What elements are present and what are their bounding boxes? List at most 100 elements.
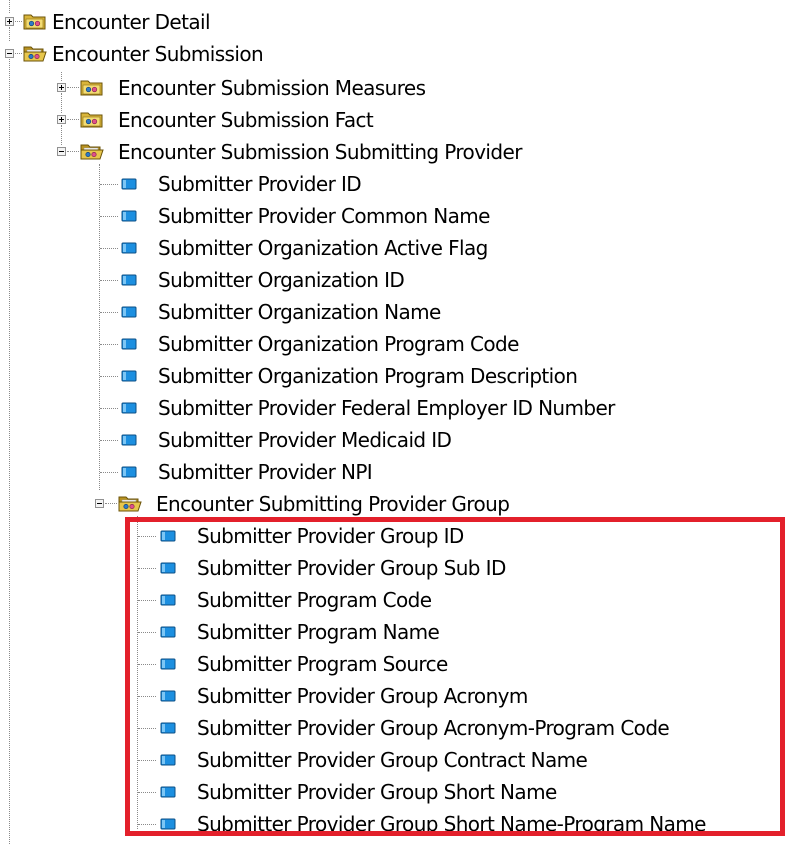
attribute-icon: [121, 370, 137, 382]
folder-icon: [118, 496, 142, 512]
tree-item-submitter-provider-medicaid-id[interactable]: Submitter Provider Medicaid ID: [0, 424, 793, 456]
attribute-icon: [121, 210, 137, 222]
tree-item-label: Submitter Provider Group Sub ID: [197, 556, 506, 580]
tree-item-label: Submitter Provider Medicaid ID: [158, 428, 452, 452]
tree-item-label: Encounter Submission Measures: [118, 76, 426, 100]
tree-item-label: Submitter Organization Program Descripti…: [158, 364, 578, 388]
tree-item-encounter-submission-fact[interactable]: Encounter Submission Fact: [0, 104, 793, 136]
tree-item-submitter-provider-group-contract-name[interactable]: Submitter Provider Group Contract Name: [0, 744, 793, 776]
attribute-icon: [160, 658, 176, 670]
folder-icon: [80, 144, 104, 160]
expand-plus-icon[interactable]: [57, 115, 66, 124]
tree-item-submitter-provider-id[interactable]: Submitter Provider ID: [0, 168, 793, 200]
tree-item-label: Submitter Provider ID: [158, 172, 362, 196]
tree-item-label: Submitter Provider Group Acronym: [197, 684, 528, 708]
tree-item-label: Submitter Program Name: [197, 620, 440, 644]
tree-item-encounter-submitting-provider-group[interactable]: Encounter Submitting Provider Group: [0, 488, 793, 520]
tree-branch-line: [138, 568, 156, 569]
tree-item-submitter-provider-common-name[interactable]: Submitter Provider Common Name: [0, 200, 793, 232]
tree-item-submitter-provider-group-acronym-program-code[interactable]: Submitter Provider Group Acronym-Program…: [0, 712, 793, 744]
tree-item-label: Encounter Detail: [52, 10, 211, 34]
tree-branch-line: [100, 280, 118, 281]
attribute-icon: [121, 306, 137, 318]
tree-item-submitter-provider-npi[interactable]: Submitter Provider NPI: [0, 456, 793, 488]
attribute-icon: [121, 242, 137, 254]
tree-item-submitter-organization-name[interactable]: Submitter Organization Name: [0, 296, 793, 328]
attribute-icon: [121, 434, 137, 446]
tree-item-label: Submitter Organization ID: [158, 268, 405, 292]
tree-item-label: Submitter Program Code: [197, 588, 432, 612]
attribute-icon: [121, 402, 137, 414]
tree-item-label: Encounter Submission: [52, 42, 264, 66]
tree-item-submitter-organization-program-description[interactable]: Submitter Organization Program Descripti…: [0, 360, 793, 392]
tree-branch-line: [100, 216, 118, 217]
attribute-icon: [160, 626, 176, 638]
tree-item-label: Submitter Provider NPI: [158, 460, 373, 484]
attribute-icon: [121, 178, 137, 190]
collapse-minus-icon[interactable]: [95, 499, 104, 508]
tree-item-label: Submitter Provider Group Short Name: [197, 780, 557, 804]
folder-icon: [23, 14, 46, 30]
tree-branch-line: [105, 503, 117, 504]
tree-branch-line: [138, 536, 156, 537]
folder-icon: [80, 112, 103, 128]
tree-item-submitter-provider-group-sub-id[interactable]: Submitter Provider Group Sub ID: [0, 552, 793, 584]
tree-item-label: Submitter Program Source: [197, 652, 448, 676]
tree-item-label: Submitter Provider Group Short Name-Prog…: [197, 812, 706, 836]
tree-branch-line: [138, 664, 156, 665]
tree-branch-line: [15, 53, 22, 54]
attribute-icon: [160, 722, 176, 734]
attribute-icon: [160, 786, 176, 798]
tree-item-submitter-provider-group-short-name[interactable]: Submitter Provider Group Short Name: [0, 776, 793, 808]
tree-view: Encounter Detail Encounter Submission En…: [0, 0, 793, 844]
tree-branch-line: [100, 184, 118, 185]
attribute-icon: [121, 274, 137, 286]
tree-item-submitter-organization-active-flag[interactable]: Submitter Organization Active Flag: [0, 232, 793, 264]
expand-plus-icon[interactable]: [57, 83, 66, 92]
tree-item-label: Submitter Organization Active Flag: [158, 236, 488, 260]
tree-branch-line: [138, 728, 156, 729]
tree-item-submitter-provider-group-id[interactable]: Submitter Provider Group ID: [0, 520, 793, 552]
collapse-minus-icon[interactable]: [5, 49, 14, 58]
tree-branch-line: [100, 472, 118, 473]
tree-branch-line: [15, 21, 22, 22]
tree-item-submitter-provider-federal-employer-id-number[interactable]: Submitter Provider Federal Employer ID N…: [0, 392, 793, 424]
tree-branch-line: [138, 696, 156, 697]
tree-item-submitter-provider-group-acronym[interactable]: Submitter Provider Group Acronym: [0, 680, 793, 712]
tree-item-encounter-submission-measures[interactable]: Encounter Submission Measures: [0, 72, 793, 104]
attribute-icon: [160, 754, 176, 766]
tree-branch-line: [138, 600, 156, 601]
tree-item-submitter-organization-id[interactable]: Submitter Organization ID: [0, 264, 793, 296]
attribute-icon: [121, 466, 137, 478]
tree-item-encounter-submission[interactable]: Encounter Submission: [0, 38, 793, 70]
tree-item-label: Submitter Provider Group Acronym-Program…: [197, 716, 670, 740]
tree-item-label: Submitter Provider Common Name: [158, 204, 490, 228]
tree-branch-line: [100, 248, 118, 249]
tree-item-encounter-submission-submitting-provider[interactable]: Encounter Submission Submitting Provider: [0, 136, 793, 168]
tree-item-submitter-program-name[interactable]: Submitter Program Name: [0, 616, 793, 648]
tree-item-label: Submitter Provider Group ID: [197, 524, 464, 548]
tree-item-label: Encounter Submission Fact: [118, 108, 374, 132]
tree-branch-line: [67, 119, 79, 120]
attribute-icon: [160, 594, 176, 606]
tree-item-submitter-organization-program-code[interactable]: Submitter Organization Program Code: [0, 328, 793, 360]
tree-item-submitter-program-source[interactable]: Submitter Program Source: [0, 648, 793, 680]
tree-branch-line: [100, 376, 118, 377]
tree-branch-line: [138, 632, 156, 633]
tree-item-label: Submitter Provider Federal Employer ID N…: [158, 396, 615, 420]
tree-item-label: Submitter Organization Program Code: [158, 332, 519, 356]
collapse-minus-icon[interactable]: [57, 147, 66, 156]
tree-branch-line: [67, 151, 79, 152]
tree-item-encounter-detail[interactable]: Encounter Detail: [0, 6, 793, 38]
tree-item-submitter-program-code[interactable]: Submitter Program Code: [0, 584, 793, 616]
tree-item-label: Submitter Organization Name: [158, 300, 441, 324]
expand-plus-icon[interactable]: [5, 17, 14, 26]
tree-branch-line: [138, 760, 156, 761]
tree-branch-line: [138, 792, 156, 793]
attribute-icon: [160, 530, 176, 542]
tree-item-submitter-provider-group-short-name-program-name[interactable]: Submitter Provider Group Short Name-Prog…: [0, 808, 793, 840]
folder-icon: [23, 46, 47, 62]
tree-branch-line: [138, 824, 156, 825]
attribute-icon: [160, 818, 176, 830]
tree-branch-line: [100, 408, 118, 409]
